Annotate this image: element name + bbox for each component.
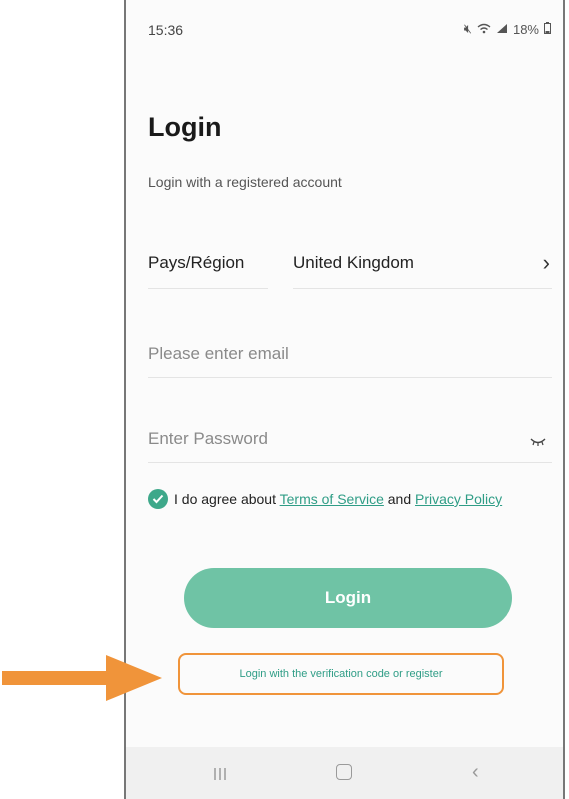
- region-value-cell[interactable]: United Kingdom ›: [293, 236, 552, 289]
- back-icon[interactable]: ‹: [472, 761, 479, 784]
- agreement-and: and: [387, 491, 412, 507]
- page-title: Login: [148, 112, 222, 142]
- status-icons: 🔇︎ 18%: [464, 21, 551, 37]
- email-field[interactable]: [148, 339, 508, 369]
- wifi-icon: [477, 22, 491, 37]
- login-button[interactable]: Login: [184, 568, 512, 628]
- password-field-container: [148, 418, 552, 463]
- region-selector[interactable]: Pays/Région United Kingdom ›: [148, 236, 552, 289]
- check-circle-icon[interactable]: [148, 489, 168, 509]
- page-subtitle: Login with a registered account: [148, 174, 342, 190]
- region-label-cell: Pays/Région: [148, 236, 268, 289]
- arrow-right-icon: [2, 655, 162, 701]
- signal-icon: [496, 22, 508, 37]
- recent-apps-icon[interactable]: [212, 767, 228, 781]
- system-nav-bar: ‹: [126, 747, 563, 799]
- password-field[interactable]: [148, 424, 508, 454]
- mute-icon: 🔇︎: [463, 21, 472, 36]
- agreement-row: I do agree about Terms of Service and Pr…: [148, 487, 558, 511]
- verification-code-register-link[interactable]: Login with the verification code or regi…: [178, 653, 504, 695]
- agreement-prefix: I do agree about: [174, 491, 276, 507]
- agreement-text: I do agree about Terms of Service and Pr…: [174, 491, 502, 507]
- terms-of-service-link[interactable]: Terms of Service: [280, 491, 384, 507]
- status-time: 15:36: [148, 22, 184, 38]
- eye-closed-icon[interactable]: [530, 434, 546, 446]
- phone-screen: 15:36 🔇︎ 18% Login Login with a register…: [124, 0, 565, 799]
- chevron-right-icon: ›: [542, 250, 550, 275]
- battery-text: 18%: [512, 21, 539, 37]
- region-label: Pays/Région: [148, 253, 245, 272]
- home-icon[interactable]: [336, 764, 352, 780]
- battery-icon: [544, 21, 551, 37]
- status-bar: 15:36 🔇︎ 18%: [126, 0, 563, 52]
- privacy-policy-link[interactable]: Privacy Policy: [415, 491, 502, 507]
- region-value: United Kingdom: [293, 253, 414, 272]
- email-field-container: [148, 333, 552, 378]
